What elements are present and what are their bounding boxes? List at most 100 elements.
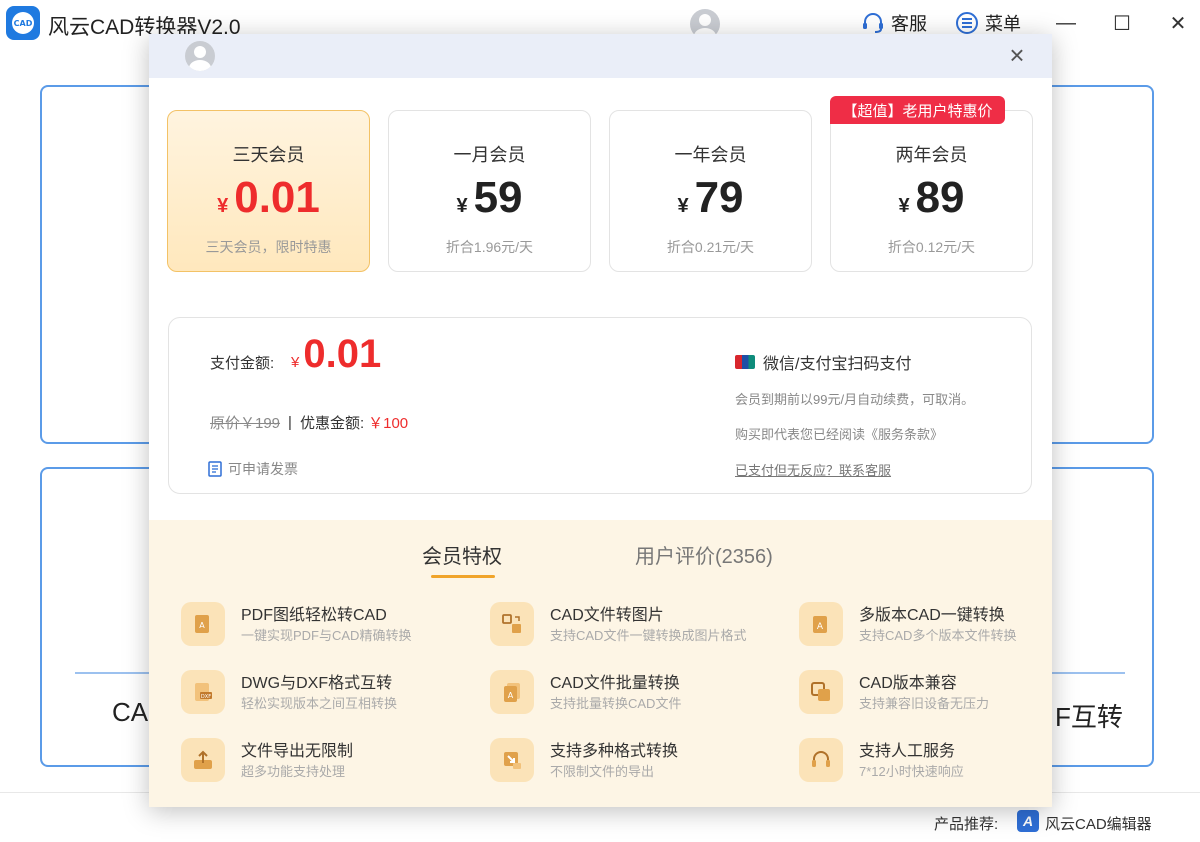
background-label-left: CA [112, 697, 149, 727]
svg-text:A: A [508, 691, 514, 700]
payment-amount: ¥ 0.01 [291, 332, 381, 377]
app-logo-icon: CAD [6, 6, 40, 40]
plan-subtitle: 三天会员，限时特惠 [205, 239, 332, 255]
dwg-dxf-icon: DXF [181, 670, 225, 714]
active-tab-indicator [431, 575, 495, 578]
invoice-label: 可申请发票 [228, 461, 298, 477]
dialog-user-avatar [185, 41, 215, 71]
perk-item: A PDF图纸轻松转CAD 一键实现PDF与CAD精确转换 [181, 598, 481, 648]
plan-price: ¥ 89 [831, 173, 1032, 223]
product-recommend-label: 产品推荐: [934, 816, 999, 833]
maximize-button[interactable]: ☐ [1107, 8, 1137, 38]
perk-item: 文件导出无限制 超多功能支持处理 [181, 734, 481, 784]
plan-card-two-year[interactable]: 两年会员 ¥ 89 折合0.12元/天 [830, 110, 1033, 272]
plan-subtitle: 折合1.96元/天 [445, 239, 534, 255]
currency-symbol: ¥ [898, 195, 910, 217]
menu-label: 菜单 [985, 14, 1021, 34]
minimize-button[interactable]: — [1051, 8, 1081, 38]
editor-logo-icon[interactable]: A [1017, 810, 1039, 832]
perk-item: DXF DWG与DXF格式互转 轻松实现版本之间互相转换 [181, 666, 481, 716]
svg-text:A: A [199, 621, 205, 630]
perk-desc: 支持兼容旧设备无压力 [859, 696, 990, 711]
close-window-button[interactable]: ✕ [1163, 8, 1193, 38]
perk-desc: 支持CAD多个版本文件转换 [859, 628, 1017, 643]
price-value: 89 [915, 173, 965, 222]
svg-text:DXF: DXF [201, 694, 211, 700]
customer-service-label: 客服 [891, 14, 927, 34]
payment-method-label: 微信/支付宝扫码支付 [763, 356, 912, 373]
perk-title: PDF图纸轻松转CAD [241, 607, 387, 624]
unionpay-icon [735, 355, 755, 369]
plan-card-one-year[interactable]: 一年会员 ¥ 79 折合0.21元/天 [609, 110, 812, 272]
plan-card-one-month[interactable]: 一月会员 ¥ 59 折合1.96元/天 [388, 110, 591, 272]
plan-name: 一年会员 [674, 145, 747, 165]
currency-symbol: ¥ [677, 195, 689, 217]
perk-item: 支持人工服务 7*12小时快速响应 [799, 734, 1099, 784]
old-user-discount-badge: 【超值】老用户特惠价 [830, 96, 1005, 124]
perk-desc: 超多功能支持处理 [241, 764, 346, 779]
currency-symbol: ¥ [291, 354, 300, 371]
perk-desc: 支持CAD文件一键转换成图片格式 [550, 628, 747, 643]
membership-dialog: × 三天会员 ¥ 0.01 三天会员，限时特惠 一月会员 ¥ 59 折合1.96… [149, 34, 1052, 807]
plan-card-three-day[interactable]: 三天会员 ¥ 0.01 三天会员，限时特惠 [167, 110, 370, 272]
price-value: 79 [694, 173, 744, 222]
payment-amount-label: 支付金额: [210, 355, 275, 372]
perk-title: 多版本CAD一键转换 [859, 607, 1005, 624]
menu-button[interactable]: 菜单 [955, 10, 1021, 36]
perk-desc: 支持批量转换CAD文件 [550, 696, 682, 711]
perk-item: 支持多种格式转换 不限制文件的导出 [490, 734, 790, 784]
plan-price: ¥ 0.01 [168, 173, 369, 223]
terms-note[interactable]: 购买即代表您已经阅读《服务条款》 [735, 424, 943, 443]
plan-price: ¥ 79 [610, 173, 811, 223]
plan-name: 三天会员 [232, 145, 305, 165]
perk-desc: 7*12小时快速响应 [859, 764, 964, 779]
tab-member-perks[interactable]: 会员特权 [422, 540, 502, 569]
price-value: 0.01 [234, 173, 320, 222]
customer-service-button[interactable]: 客服 [861, 10, 927, 36]
plan-subtitle: 折合0.12元/天 [887, 239, 976, 255]
editor-product-link[interactable]: 风云CAD编辑器 [1045, 813, 1152, 834]
auto-renew-note: 会员到期前以99元/月自动续费，可取消。 [735, 392, 975, 407]
original-price: 原价￥199 [210, 415, 281, 432]
dialog-close-button[interactable]: × [1005, 42, 1029, 68]
perk-title: CAD文件转图片 [550, 607, 664, 624]
currency-symbol: ¥ [217, 195, 229, 217]
pdf-to-cad-icon: A [181, 602, 225, 646]
perk-item: CAD文件转图片 支持CAD文件一键转换成图片格式 [490, 598, 790, 648]
payment-method: 微信/支付宝扫码支付 [735, 350, 911, 374]
payment-panel: 支付金额: ¥ 0.01 原价￥199 | 优惠金额: ￥100 可申请发票 微… [168, 317, 1032, 494]
document-icon [208, 461, 222, 477]
plan-name: 一月会员 [453, 145, 526, 165]
currency-symbol: ¥ [456, 195, 468, 217]
discount-label: 优惠金额: [299, 415, 365, 432]
perk-title: 文件导出无限制 [241, 743, 354, 760]
perk-title: DWG与DXF格式互转 [241, 675, 393, 692]
plan-name: 两年会员 [895, 145, 968, 165]
price-breakdown: 原价￥199 | 优惠金额: ￥100 [210, 412, 408, 433]
perk-title: 支持人工服务 [859, 743, 956, 760]
discount-value: ￥100 [368, 415, 409, 432]
perk-item: A 多版本CAD一键转换 支持CAD多个版本文件转换 [799, 598, 1099, 648]
plan-price: ¥ 59 [389, 173, 590, 223]
dialog-header: × [149, 34, 1052, 78]
cad-to-image-icon [490, 602, 534, 646]
price-value: 59 [473, 173, 523, 222]
perk-desc: 轻松实现版本之间互相转换 [241, 696, 398, 711]
headset-icon [799, 738, 843, 782]
plan-subtitle: 折合0.21元/天 [666, 239, 755, 255]
menu-icon [956, 12, 978, 34]
perk-item: CAD版本兼容 支持兼容旧设备无压力 [799, 666, 1099, 716]
batch-convert-icon: A [490, 670, 534, 714]
headset-icon [863, 13, 883, 33]
formats-icon [490, 738, 534, 782]
invoice-link[interactable]: 可申请发票 [208, 459, 298, 479]
payment-amount-value: 0.01 [303, 332, 382, 376]
perk-desc: 一键实现PDF与CAD精确转换 [241, 628, 412, 643]
tab-user-reviews[interactable]: 用户评价(2356) [635, 540, 773, 569]
app-logo-text: CAD [12, 12, 34, 34]
payment-support-link[interactable]: 已支付但无反应？联系客服 [735, 460, 891, 479]
perk-desc: 不限制文件的导出 [550, 764, 655, 779]
perk-title: CAD文件批量转换 [550, 675, 680, 692]
multi-version-icon: A [799, 602, 843, 646]
perk-item: A CAD文件批量转换 支持批量转换CAD文件 [490, 666, 790, 716]
